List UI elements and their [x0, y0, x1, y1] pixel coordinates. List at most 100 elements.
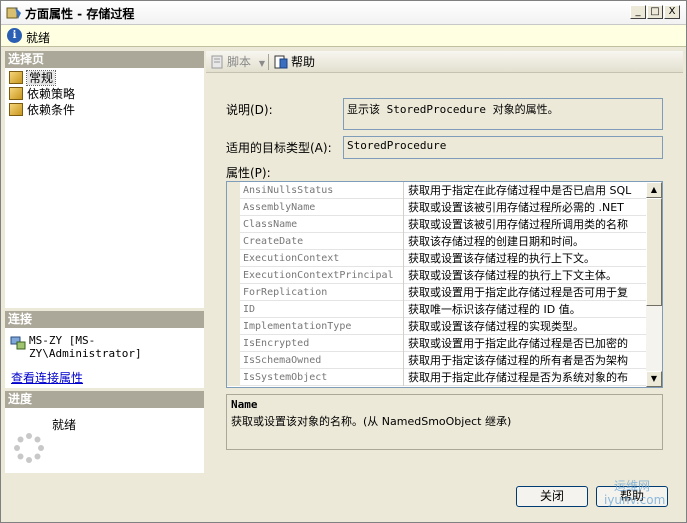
- scroll-thumb[interactable]: [646, 198, 662, 306]
- page-item-dependent-conditions[interactable]: 依赖条件: [9, 102, 75, 118]
- row-gutter: [227, 301, 240, 318]
- page-icon: [9, 71, 23, 84]
- page-item-general[interactable]: 常规: [9, 70, 57, 86]
- watermark: 运维网 iyunv.com: [594, 479, 684, 519]
- toolbar: 脚本 ▼ 帮助: [206, 51, 683, 73]
- connection-text: MS-ZY [MS-ZY\Administrator]: [29, 334, 142, 360]
- property-name-cell: AnsiNullsStatus: [241, 182, 404, 199]
- row-gutter: [227, 233, 240, 250]
- row-gutter: [227, 284, 240, 301]
- property-description-cell: 获取唯一标识该存储过程的 ID 值。: [408, 303, 581, 316]
- property-description-cell: 获取或设置该被引用存储过程所调用类的名称: [408, 218, 628, 231]
- connection-header: 连接: [5, 311, 204, 328]
- target-type-field[interactable]: StoredProcedure: [343, 136, 663, 159]
- property-name-cell: CreateDate: [241, 233, 404, 250]
- table-row[interactable]: ExecutionContext 获取或设置该存储过程的执行上下文。: [227, 250, 646, 267]
- toolbar-separator: [268, 54, 269, 70]
- property-name-cell: IsSystemObject: [241, 369, 404, 386]
- page-item-label: 依赖条件: [27, 103, 76, 117]
- left-panel: 选择页 常规 依赖策略 依赖条件 连接 MS-ZY [MS-ZY\Adminis…: [5, 51, 204, 473]
- row-gutter: [227, 369, 240, 386]
- help-icon: [274, 55, 288, 69]
- connection-section: MS-ZY [MS-ZY\Administrator] 查看连接属性: [5, 328, 204, 388]
- description-field[interactable]: 显示该 StoredProcedure 对象的属性。: [343, 98, 663, 130]
- row-gutter: [227, 216, 240, 233]
- table-row[interactable]: ID 获取唯一标识该存储过程的 ID 值。: [227, 301, 646, 318]
- description-label: 说明(D):: [226, 103, 273, 117]
- table-row[interactable]: IsEncrypted 获取或设置用于指定此存储过程是否已加密的: [227, 335, 646, 352]
- page-item-dependent-policies[interactable]: 依赖策略: [9, 86, 75, 102]
- scroll-up-button[interactable]: ▲: [646, 182, 662, 198]
- property-description-cell: 获取用于指定此存储过程是否为系统对象的布: [408, 371, 628, 384]
- table-row[interactable]: IsSchemaOwned 获取用于指定该存储过程的所有者是否为架构: [227, 352, 646, 369]
- maximize-button[interactable]: □: [647, 5, 663, 19]
- property-description-cell: 获取或设置用于指定此存储过程是否可用于复: [408, 286, 628, 299]
- property-description-cell: 获取该存储过程的创建日期和时间。: [408, 235, 584, 248]
- table-row[interactable]: AssemblyName 获取或设置该被引用存储过程所必需的 .NET: [227, 199, 646, 216]
- table-row[interactable]: ExecutionContextPrincipal 获取或设置该存储过程的执行上下…: [227, 267, 646, 284]
- close-window-button[interactable]: X: [664, 5, 680, 19]
- row-gutter: [227, 318, 240, 335]
- help-toolbar-button[interactable]: 帮助: [274, 54, 315, 70]
- title-bar: 方面属性 - 存储过程 _ □ X: [1, 1, 686, 25]
- script-button[interactable]: 脚本 ▼: [210, 54, 265, 70]
- window-title: 方面属性 - 存储过程: [25, 7, 135, 21]
- property-name-cell: ExecutionContext: [241, 250, 404, 267]
- target-type-label: 适用的目标类型(A):: [226, 141, 332, 155]
- facet-properties-icon: [6, 7, 21, 19]
- close-button[interactable]: 关闭: [516, 486, 588, 507]
- general-page-content: 说明(D): 显示该 StoredProcedure 对象的属性。 适用的目标类…: [206, 74, 683, 473]
- table-row[interactable]: AnsiNullsStatus 获取用于指定在此存储过程中是否已启用 SQL: [227, 182, 646, 199]
- property-description-text: 获取或设置该对象的名称。(从 NamedSmoObject 继承): [231, 415, 512, 428]
- progress-text: 就绪: [52, 418, 77, 432]
- property-name-cell: ClassName: [241, 216, 404, 233]
- progress-section: 就绪: [5, 408, 204, 473]
- property-description-panel: Name 获取或设置该对象的名称。(从 NamedSmoObject 继承): [226, 394, 663, 450]
- property-description-cell: 获取或设置该存储过程的执行上下文。: [408, 252, 595, 265]
- row-gutter: [227, 335, 240, 352]
- page-icon: [9, 87, 23, 100]
- help-toolbar-label: 帮助: [291, 55, 316, 69]
- property-name-cell: ID: [241, 301, 404, 318]
- property-description-cell: 获取用于指定在此存储过程中是否已启用 SQL: [408, 184, 632, 197]
- property-name-cell: ImplementationType: [241, 318, 404, 335]
- table-row[interactable]: IsSystemObject 获取用于指定此存储过程是否为系统对象的布: [227, 369, 646, 386]
- properties-grid[interactable]: AnsiNullsStatus 获取用于指定在此存储过程中是否已启用 SQL Ass…: [226, 181, 663, 388]
- row-gutter: [227, 199, 240, 216]
- properties-label: 属性(P):: [226, 166, 271, 180]
- status-text: 就绪: [26, 31, 51, 45]
- row-gutter: [227, 267, 240, 284]
- select-page-header: 选择页: [5, 51, 204, 68]
- page-icon: [9, 103, 23, 116]
- minimize-button[interactable]: _: [630, 5, 646, 19]
- row-gutter: [227, 352, 240, 369]
- table-row[interactable]: ClassName 获取或设置该被引用存储过程所调用类的名称: [227, 216, 646, 233]
- right-panel: 脚本 ▼ 帮助 说明(D): 显示该 StoredProcedure 对象的属性…: [206, 51, 683, 473]
- vertical-scrollbar[interactable]: ▲ ▼: [646, 182, 662, 387]
- table-row[interactable]: ImplementationType 获取或设置该存储过程的实现类型。: [227, 318, 646, 335]
- property-description-cell: 获取或设置用于指定此存储过程是否已加密的: [408, 337, 628, 350]
- property-description-cell: 获取用于指定该存储过程的所有者是否为架构: [408, 354, 628, 367]
- script-label: 脚本: [227, 55, 252, 69]
- table-row[interactable]: ForReplication 获取或设置用于指定此存储过程是否可用于复: [227, 284, 646, 301]
- properties-dialog: 方面属性 - 存储过程 _ □ X i 就绪 选择页 常规 依赖策略 依赖条件 …: [0, 0, 687, 523]
- property-name-cell: ExecutionContextPrincipal: [241, 267, 404, 284]
- status-bar: i 就绪: [1, 25, 686, 47]
- row-gutter: [227, 250, 240, 267]
- property-description-title: Name: [231, 398, 258, 411]
- property-name-cell: IsEncrypted: [241, 335, 404, 352]
- progress-spinner-icon: [14, 433, 44, 463]
- chevron-down-icon[interactable]: ▼: [259, 59, 265, 68]
- view-connection-properties-link[interactable]: 查看连接属性: [11, 369, 83, 386]
- scroll-down-button[interactable]: ▼: [646, 371, 662, 387]
- server-connection-icon: [10, 336, 26, 350]
- property-name-cell: AssemblyName: [241, 199, 404, 216]
- property-name-cell: IsSchemaOwned: [241, 352, 404, 369]
- progress-header: 进度: [5, 391, 204, 408]
- info-icon: i: [7, 28, 22, 43]
- property-description-cell: 获取或设置该存储过程的执行上下文主体。: [408, 269, 617, 282]
- property-name-cell: ForReplication: [241, 284, 404, 301]
- table-row[interactable]: CreateDate 获取该存储过程的创建日期和时间。: [227, 233, 646, 250]
- property-description-cell: 获取或设置该被引用存储过程所必需的 .NET: [408, 201, 624, 214]
- script-icon: [211, 55, 223, 69]
